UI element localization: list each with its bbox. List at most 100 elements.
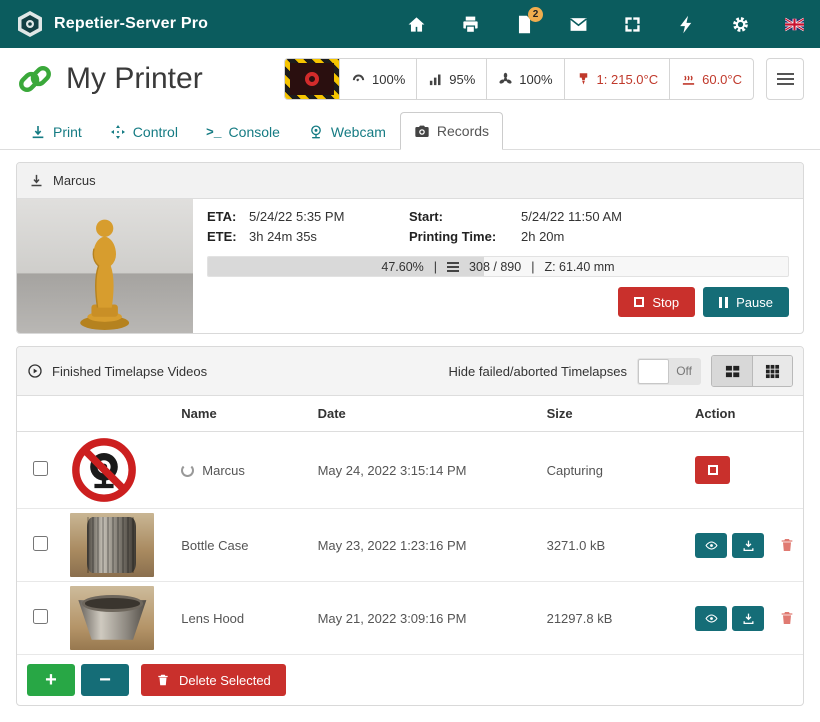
progress-layers: 308 / 890: [469, 260, 521, 274]
hide-failed-label: Hide failed/aborted Timelapses: [449, 364, 628, 379]
printer-title: My Printer: [66, 62, 203, 96]
progress-z-height: Z: 61.40 mm: [544, 260, 614, 274]
lens-hood-thumbnail: [70, 586, 154, 650]
row-checkbox[interactable]: [33, 536, 48, 551]
toggle-knob: [638, 359, 669, 384]
pause-icon: [719, 297, 728, 308]
view-video-button[interactable]: [695, 533, 727, 558]
delete-video-button[interactable]: [779, 537, 795, 553]
ete-label: ETE:: [207, 229, 249, 244]
grid-view-button[interactable]: [752, 356, 792, 386]
printer-menu-button[interactable]: [766, 58, 804, 100]
stop-print-button[interactable]: Stop: [618, 287, 695, 317]
connection-link-icon[interactable]: [16, 60, 54, 98]
deselect-all-button[interactable]: −: [81, 664, 129, 696]
stop-capture-button[interactable]: [695, 456, 730, 484]
hamburger-icon: [777, 73, 794, 85]
printing-time-label: Printing Time:: [409, 229, 521, 244]
brand[interactable]: Repetier-Server Pro: [16, 10, 208, 38]
bed-temp-stat[interactable]: 60.0°C: [669, 59, 753, 99]
webcam-mini-image: [290, 63, 334, 95]
tab-records[interactable]: Records: [400, 112, 503, 150]
download-video-button[interactable]: [732, 606, 764, 631]
download-icon: [742, 612, 755, 625]
delete-video-button[interactable]: [779, 610, 795, 626]
bed-temp-value: 60.0°C: [702, 72, 742, 87]
messages-envelope-icon[interactable]: [569, 15, 588, 34]
language-flag-icon[interactable]: [785, 15, 804, 34]
timelapse-date: May 21, 2022 3:09:16 PM: [310, 582, 539, 655]
extruder-temp-stat[interactable]: 1: 215.0°C: [564, 59, 670, 99]
statue-render: [64, 211, 145, 333]
pause-print-button[interactable]: Pause: [703, 287, 789, 317]
timelapse-row: Bottle Case May 23, 2022 1:23:16 PM 3271…: [17, 509, 803, 582]
current-print-body: ETA: 5/24/22 5:35 PM Start: 5/24/22 11:5…: [17, 199, 803, 333]
webcam-preview-thumbnail[interactable]: [285, 59, 339, 99]
play-circle-icon: [27, 363, 43, 379]
select-column-header: [17, 396, 62, 432]
progress-text: 47.60% | 308 / 890 | Z: 61.40 mm: [208, 257, 788, 276]
delete-selected-label: Delete Selected: [179, 673, 271, 688]
list-view-button[interactable]: [712, 356, 752, 386]
tab-print[interactable]: Print: [16, 113, 96, 150]
eta-label: ETA:: [207, 209, 249, 224]
progress-separator-2: |: [531, 260, 534, 274]
timelapse-name: Marcus: [202, 463, 245, 478]
hide-failed-toggle[interactable]: Off: [637, 358, 701, 385]
heated-bed-icon: [681, 72, 696, 87]
toggle-state-label: Off: [676, 364, 692, 378]
app: Repetier-Server Pro 2: [0, 0, 820, 706]
tab-control-label: Control: [133, 124, 178, 140]
tab-print-label: Print: [53, 124, 82, 140]
printer-header: My Printer 100% 95%: [0, 48, 820, 108]
print-actions: Stop Pause: [207, 287, 789, 317]
current-print-panel: Marcus ETA: 5/24/22 5:35 PM Start: 5: [16, 162, 804, 334]
tab-console[interactable]: >_ Console: [192, 113, 294, 150]
stop-icon: [634, 297, 644, 307]
timelapse-size: Capturing: [539, 432, 687, 509]
flow-stat[interactable]: 95%: [416, 59, 486, 99]
tab-control[interactable]: Control: [96, 113, 192, 150]
table-header-row: Name Date Size Action: [17, 396, 803, 432]
speed-gauge-icon: [351, 72, 366, 87]
navbar-icons: 2: [407, 15, 804, 34]
row-checkbox[interactable]: [33, 609, 48, 624]
top-navbar: Repetier-Server Pro 2: [0, 0, 820, 48]
thumb-column-header: [62, 396, 173, 432]
settings-gear-icon[interactable]: [731, 15, 750, 34]
bottle-case-render: [87, 517, 136, 573]
stop-capture-icon: [708, 465, 718, 475]
home-icon[interactable]: [407, 15, 426, 34]
printers-icon[interactable]: [461, 15, 480, 34]
list-view-icon: [725, 364, 740, 379]
print-detail-grid: ETA: 5/24/22 5:35 PM Start: 5/24/22 11:5…: [207, 209, 789, 244]
fullscreen-expand-icon[interactable]: [623, 15, 642, 34]
lens-hood-opening: [82, 595, 142, 612]
trash-icon: [156, 673, 170, 687]
hazard-frame: [285, 58, 339, 100]
current-print-header: Marcus: [17, 163, 803, 199]
progress-percent: 47.60%: [381, 260, 423, 274]
print-model-thumbnail: [17, 199, 193, 333]
tab-webcam[interactable]: Webcam: [294, 113, 400, 150]
queue-count-badge: 2: [528, 7, 543, 22]
fan-stat[interactable]: 100%: [486, 59, 563, 99]
print-queue-icon[interactable]: 2: [515, 15, 534, 34]
layers-icon: [447, 262, 459, 272]
start-label: Start:: [409, 209, 521, 224]
view-video-button[interactable]: [695, 606, 727, 631]
size-column-header: Size: [539, 396, 687, 432]
download-video-button[interactable]: [732, 533, 764, 558]
feedrate-stat[interactable]: 100%: [339, 59, 416, 99]
delete-selected-button[interactable]: Delete Selected: [141, 664, 286, 696]
tab-bar: Print Control >_ Console Webcam Records: [0, 108, 820, 150]
bottle-case-thumbnail: [70, 513, 154, 577]
webcam-lens-icon: [305, 72, 319, 86]
select-all-button[interactable]: +: [27, 664, 75, 696]
download-icon: [742, 539, 755, 552]
power-bolt-icon[interactable]: [677, 15, 696, 34]
row-checkbox[interactable]: [33, 461, 48, 476]
current-print-name: Marcus: [53, 173, 96, 188]
timelapse-title: Finished Timelapse Videos: [52, 364, 207, 379]
timelapse-name: Lens Hood: [173, 582, 309, 655]
